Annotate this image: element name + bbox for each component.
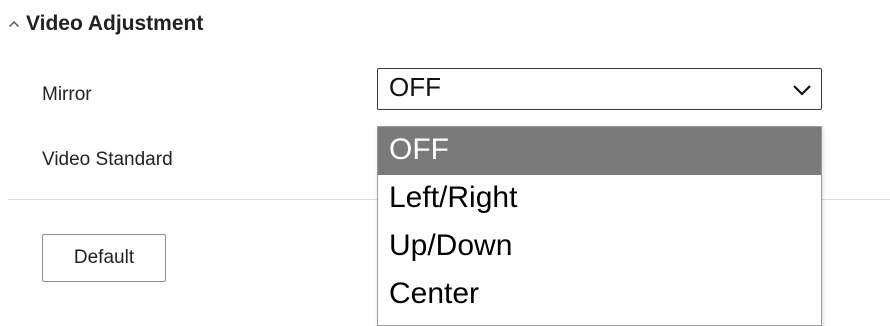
mirror-select-value: OFF	[389, 72, 441, 102]
mirror-option-off[interactable]: OFF	[378, 127, 821, 175]
video-adjustment-header[interactable]: Video Adjustment	[8, 9, 203, 39]
section-title: Video Adjustment	[26, 12, 204, 35]
default-button[interactable]: Default	[42, 234, 166, 282]
mirror-dropdown-list[interactable]: OFF Left/Right Up/Down Center	[377, 126, 822, 326]
mirror-option-left-right[interactable]: Left/Right	[378, 175, 821, 223]
mirror-label: Mirror	[42, 84, 92, 105]
mirror-option-up-down[interactable]: Up/Down	[378, 223, 821, 271]
caret-up-icon[interactable]	[8, 14, 26, 34]
chevron-down-icon[interactable]	[791, 79, 813, 101]
video-standard-label: Video Standard	[42, 149, 173, 170]
mirror-option-center[interactable]: Center	[378, 271, 821, 319]
mirror-select[interactable]: OFF	[377, 68, 822, 110]
